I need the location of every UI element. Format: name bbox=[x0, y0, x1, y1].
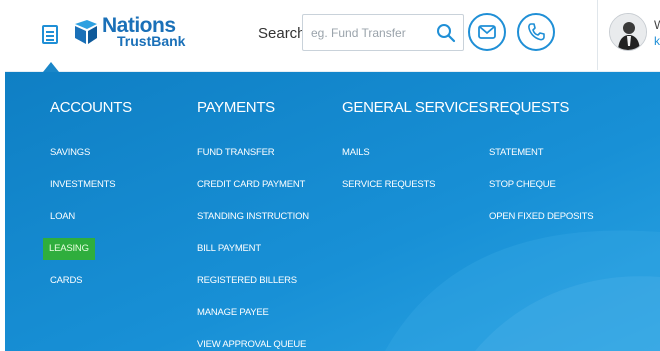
menu-item-investments[interactable]: INVESTMENTS bbox=[50, 179, 116, 191]
search-input[interactable] bbox=[311, 24, 429, 42]
mail-button[interactable] bbox=[468, 13, 506, 51]
menu-heading-general-services[interactable]: GENERAL SERVICES bbox=[342, 99, 488, 121]
menu-caret bbox=[43, 62, 59, 72]
menu-item-service-requests[interactable]: SERVICE REQUESTS bbox=[342, 179, 435, 191]
menu-item-savings[interactable]: SAVINGS bbox=[50, 147, 90, 159]
header-divider bbox=[597, 0, 598, 70]
app-frame: Nations TrustBank Search eg. Fund Transf… bbox=[5, 0, 660, 351]
mega-menu-panel: ACCOUNTS SAVINGS INVESTMENTS LOAN LEASIN… bbox=[5, 72, 660, 351]
menu-icon[interactable] bbox=[42, 25, 58, 44]
menu-column-accounts: ACCOUNTS SAVINGS INVESTMENTS LOAN LEASIN… bbox=[43, 99, 132, 286]
menu-item-fund-transfer[interactable]: FUND TRANSFER bbox=[197, 147, 275, 159]
search-label: Search bbox=[258, 25, 306, 42]
user-photo-icon bbox=[610, 14, 646, 50]
menu-column-requests: REQUESTS STATEMENT STOP CHEQUE OPEN FIXE… bbox=[489, 99, 594, 222]
menu-item-bill-payment[interactable]: BILL PAYMENT bbox=[197, 243, 261, 255]
menu-item-cards[interactable]: CARDS bbox=[50, 275, 82, 287]
top-header: Nations TrustBank Search eg. Fund Transf… bbox=[5, 0, 660, 72]
phone-button[interactable] bbox=[517, 13, 555, 51]
menu-item-leasing[interactable]: LEASING bbox=[43, 238, 95, 260]
avatar[interactable] bbox=[609, 13, 647, 51]
user-greeting: W bbox=[654, 18, 660, 32]
menu-item-standing-instruction[interactable]: STANDING INSTRUCTION bbox=[197, 211, 309, 223]
menu-item-mails[interactable]: MAILS bbox=[342, 147, 370, 159]
menu-item-registered-billers[interactable]: REGISTERED BILLERS bbox=[197, 275, 297, 287]
menu-item-stop-cheque[interactable]: STOP CHEQUE bbox=[489, 179, 556, 191]
mail-icon bbox=[478, 25, 496, 39]
logo-mark-icon bbox=[75, 20, 97, 44]
phone-icon bbox=[528, 23, 545, 41]
search-box bbox=[302, 14, 464, 51]
menu-item-open-fixed-deposits[interactable]: OPEN FIXED DEPOSITS bbox=[489, 211, 594, 223]
menu-heading-payments[interactable]: PAYMENTS bbox=[197, 99, 275, 121]
menu-item-statement[interactable]: STATEMENT bbox=[489, 147, 544, 159]
user-link[interactable]: k bbox=[654, 34, 660, 48]
menu-heading-accounts[interactable]: ACCOUNTS bbox=[50, 99, 132, 121]
logo-text-trustbank: TrustBank bbox=[117, 33, 186, 49]
menu-column-payments: PAYMENTS FUND TRANSFER CREDIT CARD PAYME… bbox=[197, 99, 309, 350]
menu-item-loan[interactable]: LOAN bbox=[50, 211, 75, 223]
menu-heading-requests[interactable]: REQUESTS bbox=[489, 99, 569, 121]
menu-item-credit-card-payment[interactable]: CREDIT CARD PAYMENT bbox=[197, 179, 305, 191]
menu-column-general-services: GENERAL SERVICES MAILS SERVICE REQUESTS bbox=[342, 99, 488, 190]
menu-item-manage-payee[interactable]: MANAGE PAYEE bbox=[197, 307, 269, 319]
search-icon[interactable] bbox=[436, 23, 456, 43]
menu-item-view-approval-queue[interactable]: VIEW APPROVAL QUEUE bbox=[197, 339, 306, 351]
